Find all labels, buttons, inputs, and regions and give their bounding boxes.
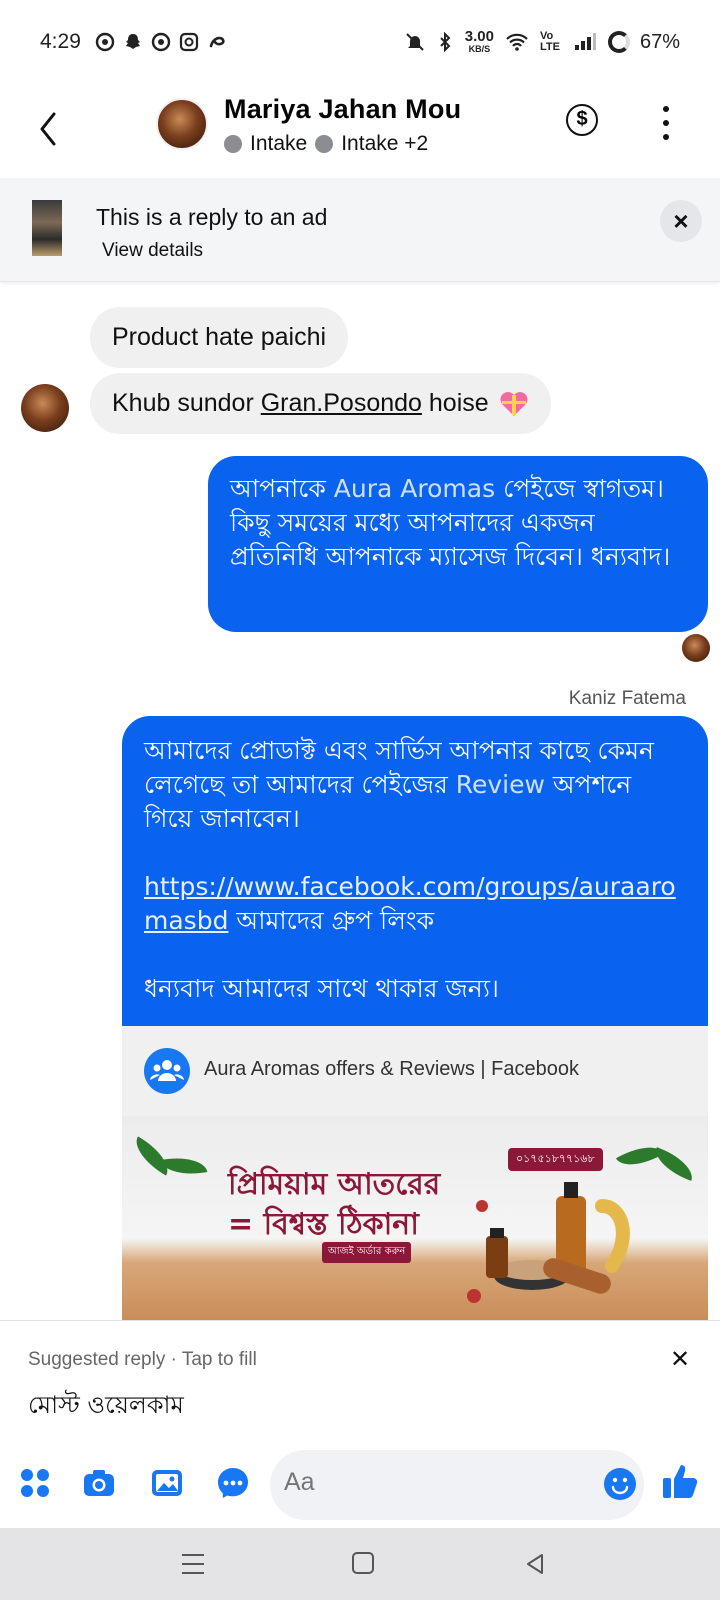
view-details-link[interactable]: View details (102, 240, 203, 262)
contact-labels[interactable]: Intake Intake +2 (224, 132, 428, 156)
more-options-icon[interactable] (660, 106, 672, 140)
nav-back-icon[interactable] (524, 1552, 546, 1576)
link-preview-card[interactable]: Aura Aromas offers & Reviews | Facebook (122, 1026, 708, 1116)
wifi-icon (506, 33, 528, 51)
bluetooth-icon (440, 32, 451, 52)
message-text: আমাদের গ্রুপ লিংক (228, 906, 435, 935)
message-composer (0, 1448, 720, 1528)
ad-reply-banner[interactable]: This is a reply to an ad View details × (0, 178, 720, 282)
camera-icon[interactable] (82, 1466, 116, 1500)
whatsapp-icon (95, 32, 115, 52)
gallery-icon[interactable] (150, 1466, 184, 1500)
mute-icon (406, 33, 424, 51)
incoming-message[interactable]: Product hate paichi (90, 307, 349, 368)
status-time: 4:29 (40, 30, 81, 53)
conversation-header: Mariya Jahan Mou Intake Intake +2 $ (0, 84, 720, 176)
notification-icons (95, 32, 227, 52)
signal-icon (574, 33, 596, 50)
label-dot-icon (224, 135, 242, 153)
message-text: আপনাকে (230, 474, 334, 503)
message-text: ধন্যবাদ আমাদের সাথে থাকার জন্য। (144, 974, 499, 1003)
snapchat-icon (125, 34, 140, 49)
preview-order-badge: আজই অর্ডার করুন (322, 1242, 412, 1263)
contact-name[interactable]: Mariya Jahan Mou (224, 94, 461, 125)
label-2: Intake +2 (341, 132, 429, 155)
payment-dollar-icon[interactable]: $ (566, 104, 598, 136)
message-highlight: Review (455, 770, 545, 799)
outgoing-message[interactable]: আপনাকে Aura Aromas পেইজে স্বাগতম। কিছু স… (208, 456, 708, 632)
message-underlined-text: Gran.Posondo (260, 389, 422, 417)
instagram-icon (179, 32, 198, 52)
home-icon[interactable] (352, 1552, 374, 1574)
link-preview-title: Aura Aromas offers & Reviews | Facebook (204, 1058, 579, 1080)
suggested-reply-panel[interactable]: Suggested reply · Tap to fill মোস্ট ওয়ে… (0, 1320, 720, 1448)
thumbs-up-icon[interactable] (662, 1462, 698, 1500)
back-arrow-icon[interactable] (30, 104, 70, 154)
seen-receipt-avatar (682, 634, 710, 662)
messenger-chat-icon[interactable] (216, 1466, 250, 1500)
battery-level: 67% (639, 30, 680, 53)
whatsapp-icon (151, 32, 171, 52)
close-icon[interactable]: × (660, 200, 702, 242)
contact-avatar[interactable] (156, 98, 208, 150)
message-highlight: Aura Aromas (333, 474, 496, 503)
message-text-prefix: Khub sundor (112, 389, 261, 417)
label-1: Intake (250, 132, 308, 155)
perfume-bottles-illustration (467, 1182, 630, 1303)
link-preview-image[interactable]: প্রিমিয়াম আতরের = বিশ্বস্ত ঠিকানা আজই অ… (122, 1116, 708, 1320)
suggested-reply-text[interactable]: মোস্ট ওয়েলকাম (28, 1387, 184, 1427)
message-text-suffix: hoise (421, 389, 489, 417)
emoji-icon[interactable] (604, 1468, 636, 1500)
close-icon[interactable]: ✕ (670, 1345, 690, 1374)
sender-name: Kaniz Fatema (568, 688, 686, 709)
battery-icon (607, 31, 630, 53)
recent-apps-icon[interactable] (182, 1554, 204, 1574)
status-bar: 4:29 3.00 KB/S Vo LTE 67% (0, 0, 720, 84)
suggested-reply-label: Suggested reply · Tap to fill (28, 1349, 257, 1370)
label-dot-icon (315, 135, 334, 153)
group-icon (144, 1048, 190, 1094)
ad-banner-title: This is a reply to an ad (96, 204, 328, 230)
system-status-icons: 3.00 KB/S Vo LTE 67% (405, 27, 680, 55)
gift-heart-icon (500, 391, 528, 416)
outgoing-message[interactable]: আমাদের প্রোডাক্ট এবং সার্ভিস আপনার কাছে … (122, 716, 708, 1026)
system-navigation-bar (0, 1528, 720, 1600)
ad-thumbnail (32, 200, 62, 256)
leaf-decoration (160, 1152, 208, 1180)
contact-avatar-small[interactable] (21, 384, 69, 432)
incoming-message[interactable]: Khub sundor Gran.Posondo hoise (90, 373, 551, 434)
message-text: Product hate paichi (112, 323, 327, 351)
net-speed: 3.00 KB/S (464, 27, 494, 54)
apps-grid-icon[interactable] (18, 1466, 52, 1500)
message-input[interactable] (284, 1468, 584, 1497)
app-notification-icon (209, 36, 225, 48)
volte-indicator: Vo LTE (539, 30, 560, 53)
